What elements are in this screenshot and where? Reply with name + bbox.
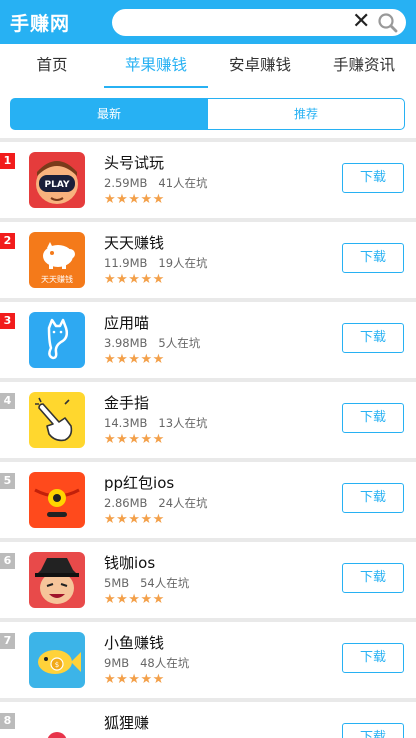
download-button[interactable]: 下载 [342,403,404,433]
sort-segment-bar: 最新 推荐 [0,88,416,138]
app-size: 14.3MB [104,416,148,430]
rating-stars: ★★★★★ [104,592,165,607]
icon-caption: 天天赚钱 [41,274,73,284]
app-name[interactable]: 应用喵 [104,312,149,333]
app-size: 3.98MB [104,336,148,350]
app-players: 48人在坑 [140,656,190,670]
app-size: 2.59MB [104,176,148,190]
app-meta: 14.3MB 13人在坑 [104,415,208,431]
list-item[interactable]: 5 pp红包ios 2.86MB 24人在坑 ★★★★★ 下载 [0,462,416,538]
clear-icon[interactable]: ✕ [352,10,370,34]
app-name[interactable]: 钱咖ios [104,552,155,573]
rating-stars: ★★★★★ [104,512,165,527]
app-players: 19人在坑 [158,256,208,270]
app-name[interactable]: 天天赚钱 [104,232,164,253]
fish-icon[interactable]: $ [29,632,85,688]
app-name[interactable]: pp红包ios [104,472,174,493]
app-size: 11.9MB [104,256,148,270]
app-meta: 2.86MB 24人在坑 [104,495,208,511]
fox-icon[interactable] [29,712,85,738]
rank-badge: 1 [0,153,15,169]
app-name[interactable]: 金手指 [104,392,149,413]
download-button[interactable]: 下载 [342,643,404,673]
list-item[interactable]: 8 狐狸赚 下载 [0,702,416,738]
app-size: 9MB [104,656,130,670]
svg-text:PLAY: PLAY [45,180,70,190]
list-item[interactable]: 4 金手指 14.3MB 13人在坑 ★★★★★ 下载 [0,382,416,458]
rank-badge: 5 [0,473,15,489]
app-meta: 3.98MB 5人在坑 [104,335,200,351]
app-name[interactable]: 狐狸赚 [104,712,149,733]
search-input[interactable] [122,12,347,33]
app-size: 2.86MB [104,496,148,510]
rating-stars: ★★★★★ [104,432,165,447]
segment-recommended[interactable]: 推荐 [207,98,405,130]
list-item[interactable]: 1 PLAY 头号试玩 2.59MB 41人在坑 ★★★★★ 下载 [0,142,416,218]
character-face-icon[interactable] [29,552,85,608]
download-button[interactable]: 下载 [342,563,404,593]
app-meta: 11.9MB 19人在坑 [104,255,208,271]
rating-stars: ★★★★★ [104,192,165,207]
download-button[interactable]: 下载 [342,243,404,273]
search-box[interactable]: ✕ [112,9,406,36]
rank-badge: 4 [0,393,15,409]
rank-badge: 2 [0,233,15,249]
tab-news[interactable]: 手赚资讯 [312,44,416,88]
pointing-hand-icon[interactable] [29,392,85,448]
segment-latest[interactable]: 最新 [10,98,208,130]
list-item[interactable]: 7 $ 小鱼赚钱 9MB 48人在坑 ★★★★★ 下载 [0,622,416,698]
app-size: 5MB [104,576,130,590]
download-button[interactable]: 下载 [342,483,404,513]
app-meta: 2.59MB 41人在坑 [104,175,208,191]
app-name[interactable]: 头号试玩 [104,152,164,173]
rank-badge: 6 [0,553,15,569]
list-item[interactable]: 2 天天赚钱 天天赚钱 11.9MB 19人在坑 ★★★★★ 下载 [0,222,416,298]
piggy-bank-icon[interactable]: 天天赚钱 [29,232,85,288]
app-name[interactable]: 小鱼赚钱 [104,632,164,653]
app-meta: 9MB 48人在坑 [104,655,189,671]
rating-stars: ★★★★★ [104,352,165,367]
app-meta: 5MB 54人在坑 [104,575,189,591]
rank-badge: 8 [0,713,15,729]
download-button[interactable]: 下载 [342,723,404,738]
app-players: 24人在坑 [158,496,208,510]
category-tabs: 首页 苹果赚钱 安卓赚钱 手赚资讯 [0,44,416,88]
list-item[interactable]: 6 钱咖ios 5MB 54人在坑 ★★★★★ 下载 [0,542,416,618]
tab-home[interactable]: 首页 [0,44,104,88]
app-header: 手赚网 ✕ [0,0,416,44]
tab-android-earn[interactable]: 安卓赚钱 [208,44,312,88]
download-button[interactable]: 下载 [342,323,404,353]
rating-stars: ★★★★★ [104,672,165,687]
tab-apple-earn[interactable]: 苹果赚钱 [104,44,208,88]
rank-badge: 7 [0,633,15,649]
app-players: 13人在坑 [158,416,208,430]
cat-icon[interactable] [29,312,85,368]
red-envelope-icon[interactable] [29,472,85,528]
list-item[interactable]: 3 应用喵 3.98MB 5人在坑 ★★★★★ 下载 [0,302,416,378]
rank-badge: 3 [0,313,15,329]
download-button[interactable]: 下载 [342,163,404,193]
app-players: 5人在坑 [158,336,201,350]
search-icon[interactable] [377,12,399,34]
rating-stars: ★★★★★ [104,272,165,287]
site-logo[interactable]: 手赚网 [10,9,70,36]
app-players: 41人在坑 [158,176,208,190]
app-players: 54人在坑 [140,576,190,590]
play-icon[interactable]: PLAY [29,152,85,208]
svg-text:$: $ [55,661,59,669]
